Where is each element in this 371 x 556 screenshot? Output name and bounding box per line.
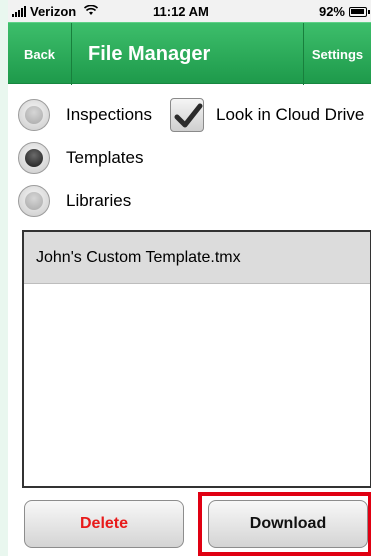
radio-templates[interactable]: Templates [18, 140, 143, 176]
list-item[interactable]: John's Custom Template.tmx [24, 232, 370, 284]
battery-status: 92% [318, 4, 370, 19]
file-list[interactable]: John's Custom Template.tmx [22, 230, 371, 488]
checkmark-icon [174, 103, 203, 128]
settings-button[interactable]: Settings [303, 23, 371, 85]
carrier-info: Verizon [12, 4, 99, 19]
radio-templates-label: Templates [66, 148, 144, 167]
carrier-name: Verizon [30, 4, 77, 19]
wifi-icon [84, 4, 99, 19]
back-button[interactable]: Back [8, 23, 72, 85]
phone-screen: Verizon 11:12 AM 92% Back File Manager S… [8, 0, 371, 556]
status-bar: Verizon 11:12 AM 92% [8, 0, 371, 22]
battery-icon [349, 6, 370, 17]
radio-libraries-label: Libraries [66, 191, 132, 210]
status-time: 11:12 AM [153, 4, 209, 19]
radio-libraries[interactable]: Libraries [18, 183, 131, 219]
wifi-icon-graphic [84, 4, 99, 15]
cloud-drive-label: Look in Cloud Drive [216, 105, 365, 124]
screen: Verizon 11:12 AM 92% Back File Manager S… [0, 0, 371, 556]
nav-bar: Back File Manager Settings [8, 22, 371, 85]
battery-percent: 92% [318, 4, 345, 19]
cloud-drive-checkbox[interactable] [170, 98, 204, 132]
delete-button[interactable]: Delete [24, 500, 184, 548]
signal-bars-icon [12, 6, 26, 17]
page-title: File Manager [88, 42, 211, 65]
radio-libraries-indicator[interactable] [18, 185, 50, 217]
radio-inspections[interactable]: Inspections [18, 97, 152, 133]
radio-templates-indicator[interactable] [18, 142, 50, 174]
radio-inspections-indicator[interactable] [18, 99, 50, 131]
radio-inspections-label: Inspections [66, 105, 152, 124]
download-button[interactable]: Download [208, 500, 368, 548]
